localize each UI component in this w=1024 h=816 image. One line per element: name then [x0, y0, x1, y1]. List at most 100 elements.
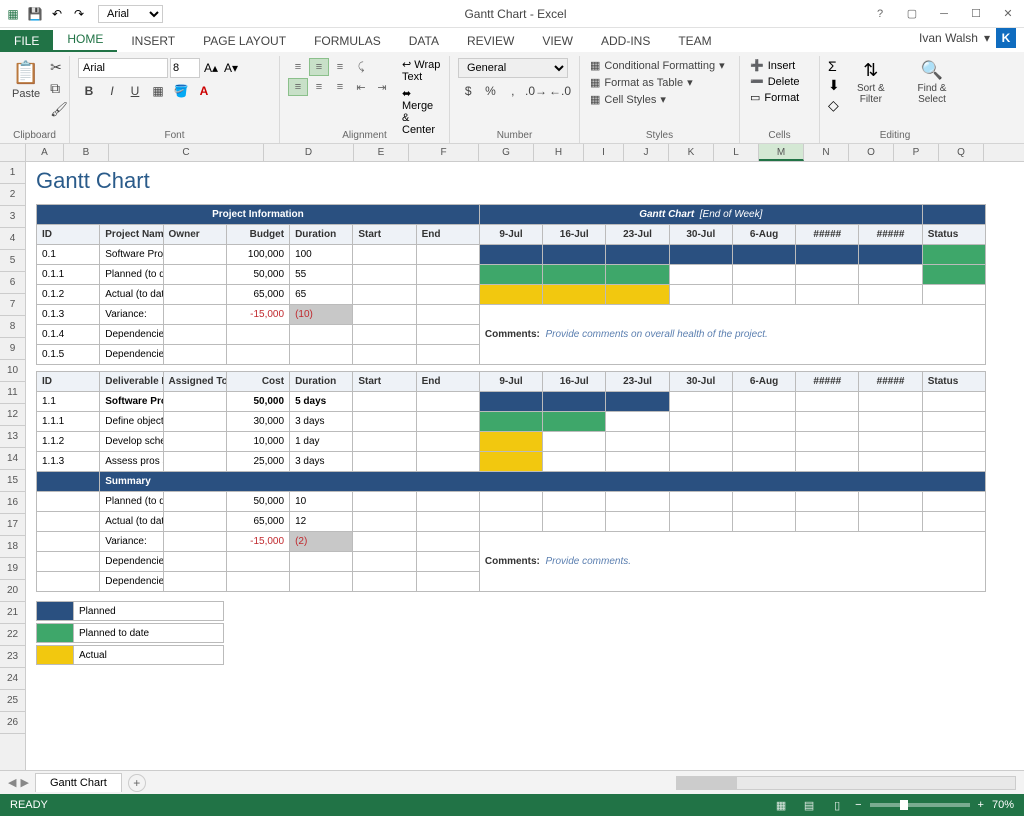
qat-font-select[interactable]: Arial — [98, 5, 163, 23]
tab-insert[interactable]: INSERT — [117, 30, 189, 52]
row-header-4[interactable]: 4 — [0, 228, 25, 250]
align-right-icon[interactable]: ≡ — [330, 78, 350, 96]
sheet-nav-prev-icon[interactable]: ◀ — [8, 776, 16, 789]
currency-icon[interactable]: $ — [458, 81, 478, 101]
redo-icon[interactable]: ↷ — [70, 5, 88, 23]
format-painter-icon[interactable]: 🖌 — [48, 100, 70, 119]
insert-cells-button[interactable]: ➕ Insert — [748, 58, 811, 73]
save-icon[interactable]: 💾 — [26, 5, 44, 23]
row-header-10[interactable]: 10 — [0, 360, 25, 382]
row-header-18[interactable]: 18 — [0, 536, 25, 558]
col-header-O[interactable]: O — [849, 144, 894, 161]
select-all-corner[interactable] — [0, 144, 26, 161]
row-header-13[interactable]: 13 — [0, 426, 25, 448]
row-header-22[interactable]: 22 — [0, 624, 25, 646]
align-middle-icon[interactable]: ≡ — [309, 58, 329, 76]
tab-home[interactable]: HOME — [53, 28, 117, 52]
indent-increase-icon[interactable]: ⇥ — [372, 78, 392, 96]
worksheet[interactable]: Gantt Chart Project InformationGantt Cha… — [26, 162, 1024, 770]
italic-button[interactable]: I — [101, 81, 123, 101]
col-header-B[interactable]: B — [64, 144, 109, 161]
copy-icon[interactable]: ⧉ — [48, 79, 70, 98]
row-header-14[interactable]: 14 — [0, 448, 25, 470]
number-format-select[interactable]: General — [458, 58, 568, 78]
format-as-table-button[interactable]: ▦Format as Table ▾ — [588, 75, 731, 90]
col-header-L[interactable]: L — [714, 144, 759, 161]
row-header-9[interactable]: 9 — [0, 338, 25, 360]
col-header-H[interactable]: H — [534, 144, 584, 161]
row-header-26[interactable]: 26 — [0, 712, 25, 734]
add-sheet-button[interactable]: + — [128, 774, 146, 792]
autosum-icon[interactable]: Σ — [828, 58, 840, 74]
paste-button[interactable]: 📋 Paste — [8, 58, 44, 102]
col-header-G[interactable]: G — [479, 144, 534, 161]
indent-decrease-icon[interactable]: ⇤ — [351, 78, 371, 96]
increase-decimal-icon[interactable]: .0→ — [525, 81, 547, 101]
tab-review[interactable]: REVIEW — [453, 30, 528, 52]
col-header-E[interactable]: E — [354, 144, 409, 161]
decrease-decimal-icon[interactable]: ←.0 — [549, 81, 571, 101]
zoom-out-icon[interactable]: − — [855, 799, 861, 811]
comma-icon[interactable]: , — [503, 81, 523, 101]
align-bottom-icon[interactable]: ≡ — [330, 58, 350, 76]
delete-cells-button[interactable]: ➖ Delete — [748, 74, 811, 89]
row-header-24[interactable]: 24 — [0, 668, 25, 690]
row-header-3[interactable]: 3 — [0, 206, 25, 228]
zoom-level[interactable]: 70% — [992, 799, 1014, 811]
border-button[interactable]: ▦ — [147, 81, 169, 101]
row-header-16[interactable]: 16 — [0, 492, 25, 514]
row-header-8[interactable]: 8 — [0, 316, 25, 338]
cut-icon[interactable]: ✂ — [48, 58, 70, 77]
align-left-icon[interactable]: ≡ — [288, 78, 308, 96]
underline-button[interactable]: U — [124, 81, 146, 101]
row-header-6[interactable]: 6 — [0, 272, 25, 294]
sort-filter-button[interactable]: ⇅ Sort & Filter — [844, 58, 898, 114]
fill-color-button[interactable]: 🪣 — [170, 81, 192, 101]
clear-icon[interactable]: ◇ — [828, 97, 840, 114]
excel-icon[interactable]: ▦ — [4, 5, 22, 23]
tab-data[interactable]: DATA — [395, 30, 453, 52]
col-header-P[interactable]: P — [894, 144, 939, 161]
sheet-nav-next-icon[interactable]: ▶ — [20, 776, 28, 789]
maximize-icon[interactable]: ☐ — [964, 5, 988, 23]
decrease-font-icon[interactable]: A▾ — [222, 59, 240, 77]
find-select-button[interactable]: 🔍 Find & Select — [902, 58, 962, 114]
font-name-input[interactable] — [78, 58, 168, 78]
row-header-19[interactable]: 19 — [0, 558, 25, 580]
row-header-17[interactable]: 17 — [0, 514, 25, 536]
row-header-2[interactable]: 2 — [0, 184, 25, 206]
tab-file[interactable]: FILE — [0, 30, 53, 52]
minimize-icon[interactable]: ─ — [932, 5, 956, 23]
fill-icon[interactable]: ⬇ — [828, 77, 840, 94]
percent-icon[interactable]: % — [480, 81, 500, 101]
font-size-input[interactable] — [170, 58, 200, 78]
conditional-formatting-button[interactable]: ▦Conditional Formatting ▾ — [588, 58, 731, 73]
normal-view-icon[interactable]: ▦ — [771, 797, 791, 813]
col-header-N[interactable]: N — [804, 144, 849, 161]
ribbon-collapse-icon[interactable]: ▢ — [900, 5, 924, 23]
close-icon[interactable]: ✕ — [996, 5, 1020, 23]
col-header-Q[interactable]: Q — [939, 144, 984, 161]
undo-icon[interactable]: ↶ — [48, 5, 66, 23]
align-top-icon[interactable]: ≡ — [288, 58, 308, 76]
row-header-15[interactable]: 15 — [0, 470, 25, 492]
col-header-M[interactable]: M — [759, 144, 804, 161]
col-header-I[interactable]: I — [584, 144, 624, 161]
wrap-text-button[interactable]: ↩ Wrap Text — [402, 58, 441, 83]
tab-addins[interactable]: ADD-INS — [587, 30, 664, 52]
cell-styles-button[interactable]: ▦Cell Styles ▾ — [588, 92, 731, 107]
tab-page-layout[interactable]: PAGE LAYOUT — [189, 30, 300, 52]
row-header-25[interactable]: 25 — [0, 690, 25, 712]
col-header-C[interactable]: C — [109, 144, 264, 161]
tab-view[interactable]: VIEW — [528, 30, 587, 52]
font-color-button[interactable]: A — [193, 81, 215, 101]
tab-formulas[interactable]: FORMULAS — [300, 30, 395, 52]
help-icon[interactable]: ? — [868, 5, 892, 23]
row-header-23[interactable]: 23 — [0, 646, 25, 668]
tab-team[interactable]: TEAM — [664, 30, 725, 52]
col-header-F[interactable]: F — [409, 144, 479, 161]
bold-button[interactable]: B — [78, 81, 100, 101]
align-center-icon[interactable]: ≡ — [309, 78, 329, 96]
row-header-11[interactable]: 11 — [0, 382, 25, 404]
page-layout-view-icon[interactable]: ▤ — [799, 797, 819, 813]
